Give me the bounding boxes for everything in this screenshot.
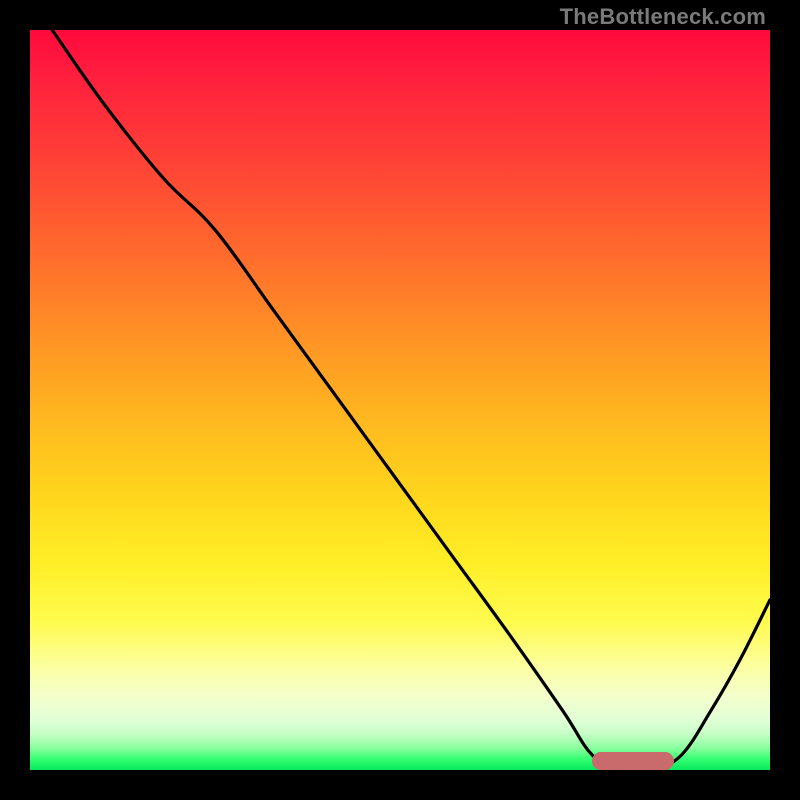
attribution-text: TheBottleneck.com — [560, 4, 766, 30]
chart-frame — [30, 30, 770, 770]
chart-curve-svg — [30, 30, 770, 770]
optimal-range-marker — [592, 752, 673, 770]
bottleneck-curve-path — [52, 30, 770, 770]
